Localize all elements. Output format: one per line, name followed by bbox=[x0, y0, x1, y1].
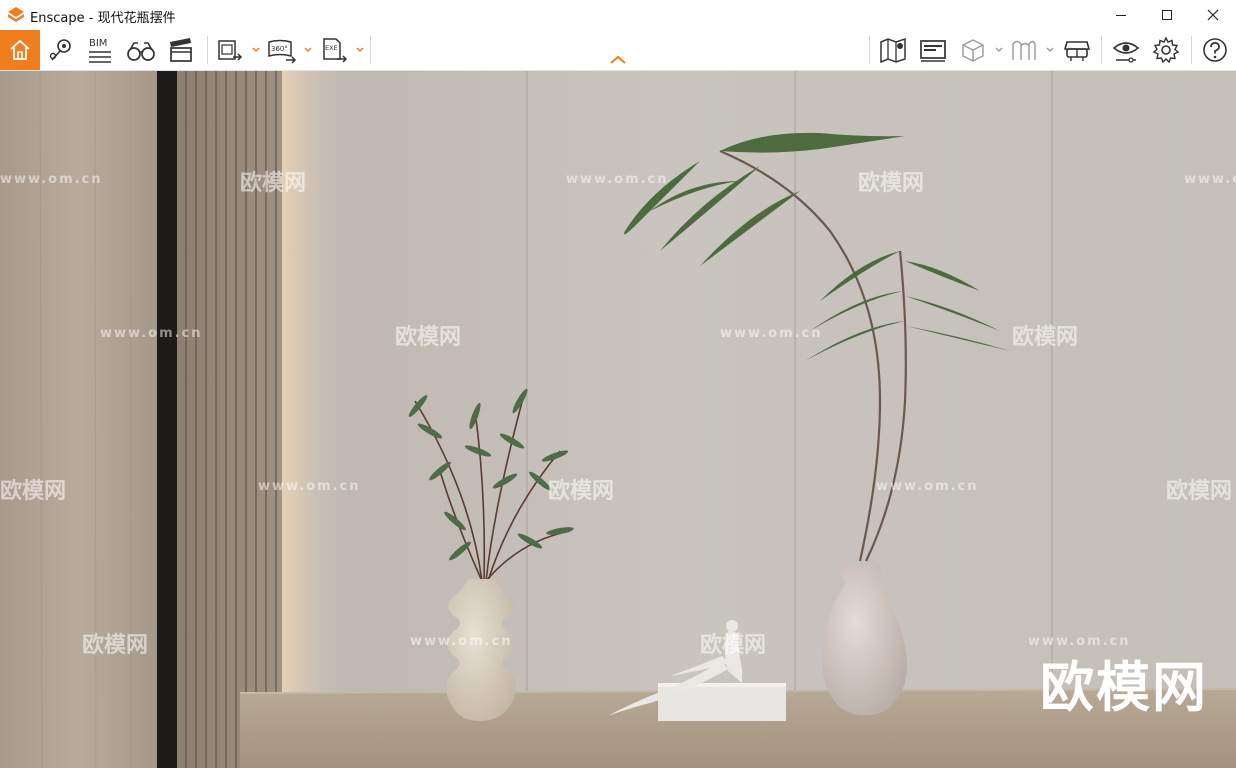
vr-headset-icon bbox=[1063, 41, 1091, 61]
asset-icon bbox=[1012, 40, 1036, 60]
views-button[interactable] bbox=[44, 34, 76, 66]
render-viewport[interactable]: www.om.cn 欧模网 www.om.cn 欧模网 www.om.cn 欧模… bbox=[0, 71, 1236, 768]
watermark-url: www.om.cn bbox=[1184, 172, 1236, 187]
main-toolbar: BIM 360° EXE bbox=[0, 30, 1236, 71]
panorama-dropdown-icon[interactable] bbox=[303, 43, 313, 55]
watermark-url: www.om.cn bbox=[876, 479, 979, 494]
toolbar-divider bbox=[1101, 36, 1102, 64]
toolbar-divider bbox=[1191, 36, 1192, 64]
help-button[interactable] bbox=[1199, 34, 1231, 66]
panorama-360-icon: 360° bbox=[268, 39, 297, 64]
home-icon bbox=[10, 39, 30, 60]
watermark-brand: 欧模网 bbox=[700, 633, 767, 658]
watermark-url: www.om.cn bbox=[0, 172, 103, 187]
watermark-url: www.om.cn bbox=[410, 634, 513, 649]
window-title: Enscape - 现代花瓶摆件 bbox=[30, 7, 176, 26]
visual-settings-icon bbox=[1112, 42, 1140, 63]
cube-button[interactable] bbox=[957, 34, 989, 66]
watermark-url: www.om.cn bbox=[100, 326, 203, 341]
cube-icon bbox=[962, 39, 984, 62]
bim-icon: BIM bbox=[89, 38, 111, 63]
toolbar-divider bbox=[207, 36, 208, 64]
asset-dropdown-icon[interactable] bbox=[1045, 43, 1055, 55]
vr-headset-button[interactable] bbox=[1061, 34, 1093, 66]
watermark-brand-large: 欧模网 bbox=[1040, 656, 1208, 719]
title-bar: Enscape - 现代花瓶摆件 bbox=[0, 0, 1236, 30]
minimize-icon bbox=[1116, 15, 1126, 16]
settings-button[interactable] bbox=[1150, 34, 1182, 66]
binoculars-button[interactable] bbox=[125, 34, 157, 66]
watermark-brand: 欧模网 bbox=[395, 325, 462, 350]
exe-export-dropdown-icon[interactable] bbox=[355, 43, 365, 55]
watermark-brand: 欧模网 bbox=[82, 633, 149, 658]
screen-icon bbox=[920, 40, 946, 62]
help-icon bbox=[1203, 38, 1227, 62]
app-name: Enscape bbox=[30, 11, 85, 26]
document-name: 现代花瓶摆件 bbox=[97, 11, 176, 26]
title-separator: - bbox=[84, 11, 98, 26]
close-icon bbox=[1207, 9, 1219, 21]
watermark-url: www.om.cn bbox=[566, 172, 669, 187]
batch-render-button[interactable] bbox=[214, 34, 246, 66]
watermark-brand: 欧模网 bbox=[858, 171, 925, 196]
maximize-icon bbox=[1162, 10, 1172, 20]
enscape-logo-icon bbox=[8, 7, 24, 22]
map-button[interactable] bbox=[877, 34, 909, 66]
panorama-label: 360° bbox=[271, 45, 288, 53]
visual-settings-button[interactable] bbox=[1110, 34, 1142, 66]
watermark-brand: 欧模网 bbox=[548, 479, 615, 504]
map-icon bbox=[880, 37, 906, 64]
watermark-url: www.om.cn bbox=[258, 479, 361, 494]
close-button[interactable] bbox=[1190, 0, 1236, 30]
watermark-url: www.om.cn bbox=[720, 326, 823, 341]
watermark-brand: 欧模网 bbox=[240, 171, 307, 196]
minimize-button[interactable] bbox=[1098, 0, 1144, 30]
binoculars-icon bbox=[127, 42, 155, 61]
batch-render-dropdown-icon[interactable] bbox=[251, 43, 261, 55]
cube-dropdown-icon[interactable] bbox=[994, 43, 1004, 55]
location-pin-icon bbox=[49, 39, 71, 61]
exe-label: EXE bbox=[325, 44, 338, 52]
gear-icon bbox=[1152, 36, 1180, 64]
watermark-brand: 欧模网 bbox=[0, 479, 67, 504]
watermark-brand: 欧模网 bbox=[1166, 479, 1233, 504]
home-button[interactable] bbox=[0, 30, 40, 70]
collapse-toolbar-icon[interactable] bbox=[606, 52, 630, 68]
exe-export-icon: EXE bbox=[323, 38, 348, 63]
maximize-button[interactable] bbox=[1144, 0, 1190, 30]
bim-button[interactable]: BIM bbox=[84, 34, 116, 66]
toolbar-divider bbox=[370, 36, 371, 64]
batch-render-icon bbox=[218, 40, 243, 61]
bim-label: BIM bbox=[89, 38, 107, 49]
screen-button[interactable] bbox=[917, 34, 949, 66]
video-editor-button[interactable] bbox=[165, 34, 197, 66]
asset-library-button[interactable] bbox=[1008, 34, 1040, 66]
toolbar-divider bbox=[869, 36, 870, 64]
exe-export-button[interactable]: EXE bbox=[318, 34, 350, 66]
clapperboard-icon bbox=[170, 38, 192, 62]
watermark-brand: 欧模网 bbox=[1012, 325, 1079, 350]
panorama-button[interactable]: 360° bbox=[266, 34, 298, 66]
